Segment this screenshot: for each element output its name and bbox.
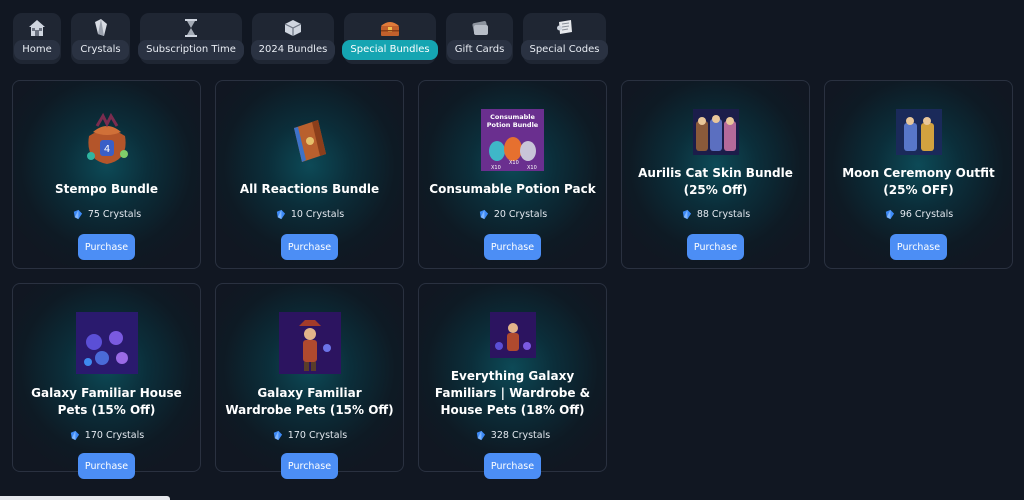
cat-skin-bundle-image	[692, 109, 739, 155]
purchase-button[interactable]: Purchase	[484, 453, 541, 479]
price-label: 170 Crystals	[287, 430, 348, 441]
product-title: Galaxy Familiar House Pets (15% Off)	[31, 386, 182, 417]
stempo-bundle-image: 4	[74, 109, 140, 171]
purchase-button[interactable]: Purchase	[281, 234, 338, 260]
tab-label: Special Codes	[521, 40, 608, 60]
tab-special-bundles[interactable]: Special Bundles	[342, 13, 438, 64]
product-card: Everything Galaxy Familiars | Wardrobe &…	[418, 283, 607, 479]
product-price: 170 Crystals	[69, 430, 144, 441]
price-label: 75 Crystals	[87, 209, 142, 220]
tab-label: Crystals	[72, 40, 129, 60]
product-title: Consumable Potion Pack	[429, 182, 596, 196]
tab-2024-bundles[interactable]: 2024 Bundles	[250, 13, 336, 64]
horizontal-scrollbar[interactable]	[0, 496, 170, 500]
price-label: 88 Crystals	[696, 209, 751, 220]
crystal-icon	[90, 17, 112, 39]
product-title: All Reactions Bundle	[239, 182, 380, 196]
price-label: 20 Crystals	[493, 209, 548, 220]
tab-label: Home	[14, 40, 60, 60]
product-title: Moon Ceremony Outfit (25% OFF)	[842, 166, 995, 197]
tab-home[interactable]: Home	[13, 13, 61, 64]
product-title: Aurilis Cat Skin Bundle (25% Off)	[638, 166, 793, 197]
treasure-chest-icon	[379, 17, 401, 39]
potion-badge: X10	[509, 160, 519, 166]
potion-badge: X10	[491, 165, 501, 171]
product-price: 96 Crystals	[884, 209, 953, 220]
product-card: Consumable Potion Bundle X10 X10 X10 Con…	[418, 80, 607, 269]
price-label: 170 Crystals	[84, 430, 145, 441]
gift-card-icon	[469, 17, 491, 39]
product-title: Stempo Bundle	[54, 182, 159, 196]
purchase-button[interactable]: Purchase	[687, 234, 744, 260]
tab-label: 2024 Bundles	[250, 40, 336, 60]
reactions-bundle-image	[277, 109, 343, 171]
product-card: Galaxy Familiar Wardrobe Pets (15% Off) …	[215, 283, 404, 479]
product-card: All Reactions Bundle 10 Crystals Purchas…	[215, 80, 404, 269]
tab-subscription-time[interactable]: Subscription Time	[138, 13, 244, 64]
price-label: 96 Crystals	[899, 209, 954, 220]
potion-badge: X10	[527, 165, 537, 171]
crystal-icon	[73, 209, 82, 220]
price-label: 328 Crystals	[490, 430, 551, 441]
product-card: 4 Stempo Bundle 75 Crystals Purchase	[12, 80, 201, 269]
hourglass-icon	[180, 17, 202, 39]
crystal-icon	[273, 430, 282, 441]
product-price: 20 Crystals	[478, 209, 547, 220]
product-grid: 4 Stempo Bundle 75 Crystals Purchase All…	[12, 80, 1013, 479]
everything-galaxy-image	[489, 312, 536, 358]
box-icon	[282, 17, 304, 39]
tab-special-codes[interactable]: Special Codes	[521, 13, 608, 64]
crystal-icon	[276, 209, 285, 220]
crystal-icon	[476, 430, 485, 441]
product-title: Everything Galaxy Familiars | Wardrobe &…	[434, 369, 591, 417]
tab-crystals[interactable]: Crystals	[71, 13, 130, 64]
tab-label: Gift Cards	[446, 40, 513, 60]
svg-text:4: 4	[103, 144, 109, 155]
tab-label: Subscription Time	[138, 40, 244, 60]
crystal-icon	[682, 209, 691, 220]
product-price: 328 Crystals	[475, 430, 550, 441]
product-card: Galaxy Familiar House Pets (15% Off) 170…	[12, 283, 201, 479]
purchase-button[interactable]: Purchase	[78, 234, 135, 260]
galaxy-wardrobe-pets-image	[277, 312, 343, 374]
product-price: 170 Crystals	[272, 430, 347, 441]
crystal-icon	[70, 430, 79, 441]
product-price: 75 Crystals	[72, 209, 141, 220]
tab-label: Special Bundles	[342, 40, 438, 60]
purchase-button[interactable]: Purchase	[484, 234, 541, 260]
purchase-button[interactable]: Purchase	[890, 234, 947, 260]
purchase-button[interactable]: Purchase	[78, 453, 135, 479]
moon-outfit-image	[895, 109, 942, 155]
potion-bundle-image: Consumable Potion Bundle X10 X10 X10	[481, 109, 544, 171]
home-icon	[26, 17, 48, 39]
tab-gift-cards[interactable]: Gift Cards	[446, 13, 513, 64]
price-label: 10 Crystals	[290, 209, 345, 220]
purchase-button[interactable]: Purchase	[281, 453, 338, 479]
potion-image-title-line2: Potion Bundle	[487, 121, 539, 129]
scroll-icon	[554, 17, 576, 39]
category-tabs: Home Crystals Subscription Time 2024 Bun…	[13, 13, 608, 64]
galaxy-house-pets-image	[74, 312, 140, 374]
product-title: Galaxy Familiar Wardrobe Pets (15% Off)	[225, 386, 394, 417]
product-card: Moon Ceremony Outfit (25% OFF) 96 Crysta…	[824, 80, 1013, 269]
product-price: 88 Crystals	[681, 209, 750, 220]
potion-image-title-line1: Consumable	[490, 113, 535, 121]
product-card: Aurilis Cat Skin Bundle (25% Off) 88 Cry…	[621, 80, 810, 269]
product-price: 10 Crystals	[275, 209, 344, 220]
crystal-icon	[479, 209, 488, 220]
crystal-icon	[885, 209, 894, 220]
